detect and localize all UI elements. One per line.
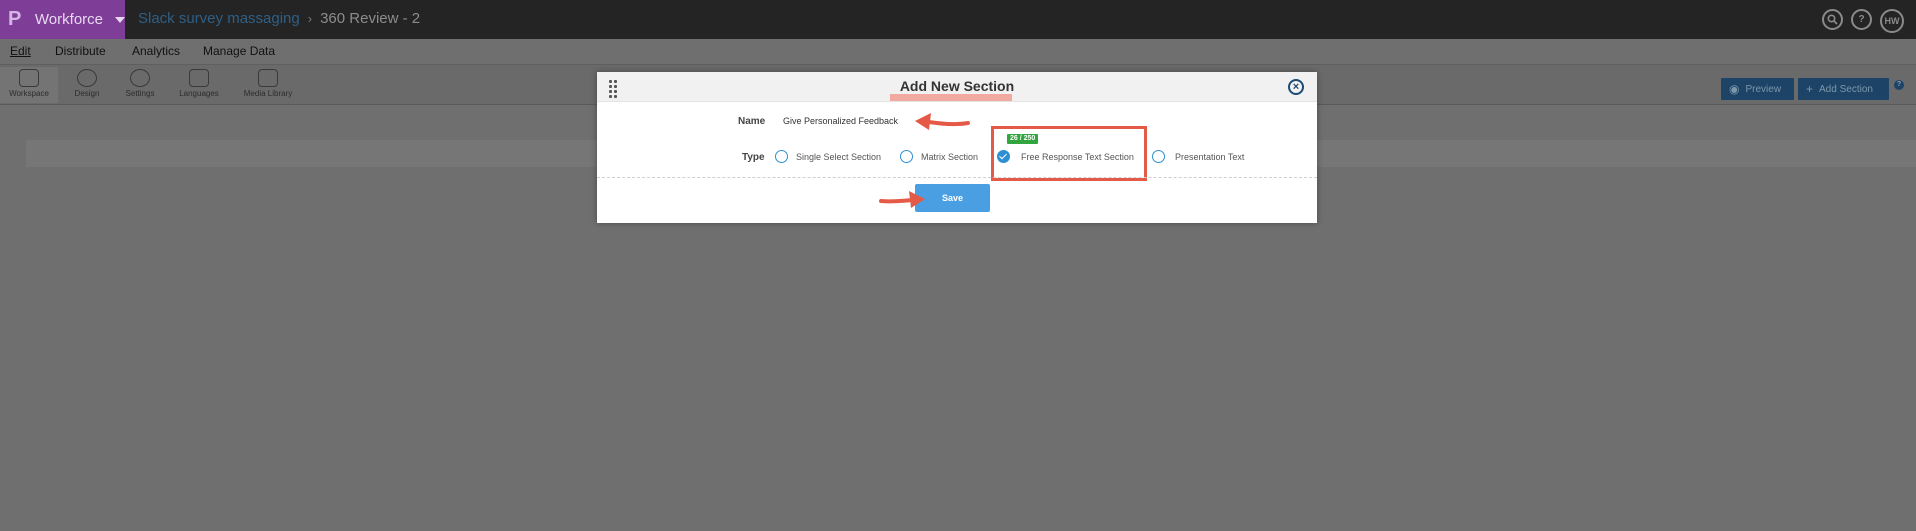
tool-label: Design xyxy=(74,89,100,98)
tool-settings[interactable]: Settings xyxy=(120,67,160,103)
avatar[interactable]: HW xyxy=(1880,9,1904,33)
add-section-dialog: Add New Section × Name Give Personalized… xyxy=(597,72,1317,223)
title-highlight xyxy=(890,94,1012,101)
workspace-icon xyxy=(19,69,39,87)
annotation-arrow-name xyxy=(915,113,970,130)
menu-edit[interactable]: Edit xyxy=(10,44,31,58)
radio-presentation-text[interactable] xyxy=(1152,150,1165,163)
gear-icon xyxy=(130,69,150,87)
breadcrumb: Slack survey massaging › 360 Review - 2 xyxy=(138,10,420,27)
breadcrumb-separator: › xyxy=(307,11,313,26)
annotation-arrow-save xyxy=(879,191,925,208)
option-presentation-text-label[interactable]: Presentation Text xyxy=(1175,152,1244,162)
radio-single-select[interactable] xyxy=(775,150,788,163)
top-bar: P Workforce Slack survey massaging › 360… xyxy=(0,0,1916,39)
help-icon[interactable]: ? xyxy=(1851,9,1872,30)
divider xyxy=(597,177,1317,178)
tool-label: Workspace xyxy=(9,89,49,98)
app-logo-icon: P xyxy=(8,8,22,30)
close-button[interactable]: × xyxy=(1288,79,1304,95)
dialog-header: Add New Section × xyxy=(597,72,1317,102)
preview-label: Preview xyxy=(1745,83,1782,95)
option-matrix-label[interactable]: Matrix Section xyxy=(921,152,978,162)
dialog-title: Add New Section xyxy=(899,78,1015,94)
tool-media-library[interactable]: Media Library xyxy=(240,67,296,103)
section-name-input[interactable]: Give Personalized Feedback xyxy=(783,116,898,126)
breadcrumb-project-link[interactable]: Slack survey massaging xyxy=(138,10,300,27)
help-icon[interactable]: ? xyxy=(1894,80,1904,90)
radio-matrix[interactable] xyxy=(900,150,913,163)
type-label: Type xyxy=(742,152,765,163)
image-icon xyxy=(258,69,278,87)
add-section-button[interactable]: + Add Section xyxy=(1798,78,1889,100)
add-section-label: Add Section xyxy=(1819,83,1873,95)
menu-manage-data[interactable]: Manage Data xyxy=(203,44,275,58)
tool-label: Media Library xyxy=(243,89,293,98)
chevron-down-icon xyxy=(115,16,125,23)
top-icons: ? HW xyxy=(1822,9,1904,33)
tool-workspace[interactable]: Workspace xyxy=(0,67,58,103)
palette-icon xyxy=(77,69,97,87)
app-name: Workforce xyxy=(34,11,103,28)
breadcrumb-survey: 360 Review - 2 xyxy=(320,10,421,27)
tool-label: Languages xyxy=(179,89,219,98)
search-icon[interactable] xyxy=(1822,9,1843,30)
plus-icon: + xyxy=(1806,82,1814,96)
radio-free-response[interactable] xyxy=(997,150,1010,163)
option-free-response-label[interactable]: Free Response Text Section xyxy=(1021,152,1134,162)
tool-languages[interactable]: Languages xyxy=(176,67,222,103)
name-label: Name xyxy=(738,116,766,127)
option-single-select-label[interactable]: Single Select Section xyxy=(796,152,881,162)
menu-analytics[interactable]: Analytics xyxy=(132,44,180,58)
menu-distribute[interactable]: Distribute xyxy=(55,44,106,58)
tool-design[interactable]: Design xyxy=(68,67,106,103)
language-icon xyxy=(189,69,209,87)
preview-button[interactable]: ◉ Preview xyxy=(1721,78,1794,100)
eye-icon: ◉ xyxy=(1729,82,1740,96)
tool-label: Settings xyxy=(125,89,155,98)
app-switcher[interactable]: P Workforce xyxy=(0,0,125,39)
menu-bar: Edit Distribute Analytics Manage Data xyxy=(0,39,1916,65)
